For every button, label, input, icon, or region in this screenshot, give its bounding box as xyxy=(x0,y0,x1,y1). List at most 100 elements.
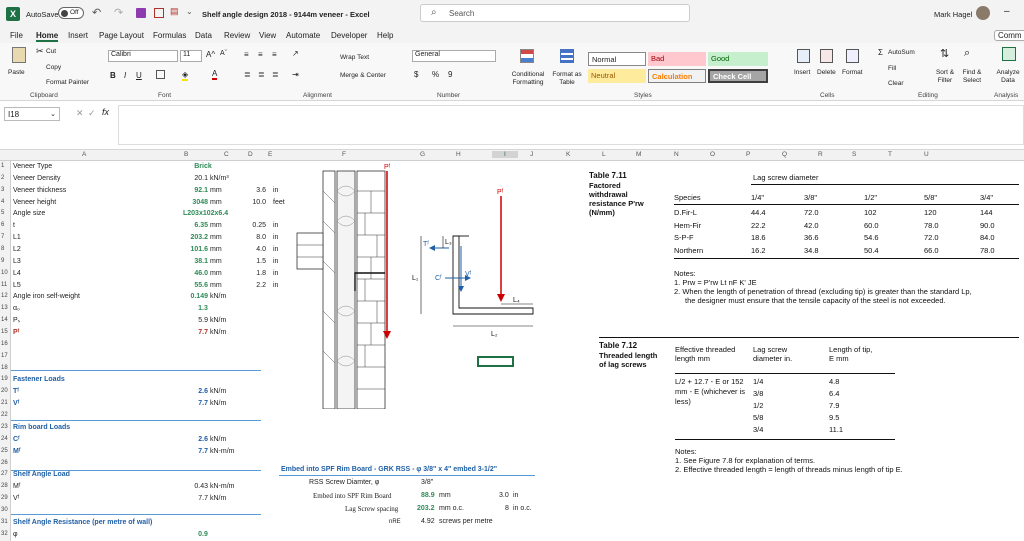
row-label[interactable]: φ xyxy=(13,530,18,540)
column-header[interactable]: E xyxy=(268,151,272,158)
row-label[interactable]: L4 xyxy=(13,269,21,279)
row-imperial-unit[interactable]: in xyxy=(273,281,278,291)
name-box[interactable]: I18 ⌄ xyxy=(4,107,60,121)
row-value[interactable]: 92.1 xyxy=(194,186,208,196)
row-value[interactable]: 7.7 xyxy=(198,399,208,409)
row-label[interactable]: Angle size xyxy=(13,209,45,219)
row-label[interactable]: Veneer Type xyxy=(13,162,52,172)
row-unit[interactable]: kN/m xyxy=(210,328,226,338)
row-value[interactable]: 38.1 xyxy=(194,257,208,267)
row-unit[interactable]: mm xyxy=(210,221,222,231)
wrap-text-button[interactable]: Wrap Text xyxy=(340,54,369,62)
print-icon[interactable] xyxy=(154,8,164,18)
row-label[interactable]: Pₛ xyxy=(13,316,20,326)
row-imperial-value[interactable]: 1.5 xyxy=(256,257,266,267)
align-middle-icon[interactable]: ≡ xyxy=(258,50,263,59)
row-imperial-value[interactable]: 0.25 xyxy=(252,221,266,231)
row-header[interactable]: 31 xyxy=(1,517,10,527)
orientation-icon[interactable]: ↗ xyxy=(292,49,299,58)
format-cells-icon[interactable] xyxy=(846,49,859,63)
undo-icon[interactable]: ↶ xyxy=(92,6,101,19)
row-imperial-value[interactable]: 3.6 xyxy=(256,186,266,196)
row-value[interactable]: 20.1 xyxy=(194,174,208,184)
row-value[interactable]: 0.149 xyxy=(190,292,208,302)
row-header[interactable]: 4 xyxy=(1,197,10,207)
sort-filter-icon[interactable]: ⇅ xyxy=(940,47,949,60)
enter-icon[interactable]: ✓ xyxy=(88,108,96,119)
row-header[interactable]: 5 xyxy=(1,208,10,218)
delete-button[interactable]: Delete xyxy=(817,69,836,77)
style-neutral[interactable]: Neutral xyxy=(588,69,646,83)
section-header[interactable]: Fastener Loads xyxy=(13,375,65,385)
row-header[interactable]: 19 xyxy=(1,374,10,384)
row-value[interactable]: 6.35 xyxy=(194,221,208,231)
column-header[interactable]: O xyxy=(710,151,715,158)
row-imperial-unit[interactable]: in xyxy=(273,221,278,231)
row-header[interactable]: 24 xyxy=(1,434,10,444)
column-header[interactable]: D xyxy=(248,151,253,158)
row-label[interactable]: Mᶠ xyxy=(13,482,20,492)
column-header[interactable]: L xyxy=(602,151,606,158)
format-as-table-button[interactable]: Format as Table xyxy=(550,71,584,87)
row-value[interactable]: 7.7 xyxy=(198,328,208,338)
row-header[interactable]: 20 xyxy=(1,386,10,396)
quick-access-icon[interactable]: ▤ xyxy=(170,6,179,17)
row-header[interactable]: 25 xyxy=(1,446,10,456)
customize-qat-icon[interactable]: ⌄ xyxy=(186,7,193,16)
column-header[interactable]: B xyxy=(184,151,188,158)
insert-button[interactable]: Insert xyxy=(794,69,810,77)
row-value[interactable]: 2.6 xyxy=(198,387,208,397)
menu-insert[interactable]: Insert xyxy=(68,31,88,40)
align-bottom-icon[interactable]: ≡ xyxy=(272,50,277,59)
menu-home[interactable]: Home xyxy=(36,31,59,42)
row-imperial-unit[interactable]: in xyxy=(273,186,278,196)
cut-button[interactable]: Cut xyxy=(46,48,56,56)
formula-input[interactable] xyxy=(118,105,1024,145)
format-painter-button[interactable]: Format Painter xyxy=(46,79,89,87)
row-header[interactable]: 17 xyxy=(1,351,10,361)
row-value[interactable]: 1.3 xyxy=(183,304,223,314)
row-label[interactable]: Cᶠ xyxy=(13,435,20,445)
row-unit[interactable]: mm xyxy=(210,281,222,291)
section-header[interactable]: Rim board Loads xyxy=(13,423,70,433)
row-unit[interactable]: mm xyxy=(210,257,222,267)
row-header[interactable]: 22 xyxy=(1,410,10,420)
row-label[interactable]: Pᶠ xyxy=(13,328,19,338)
column-header[interactable]: N xyxy=(674,151,679,158)
column-header[interactable]: U xyxy=(924,151,929,158)
paste-button[interactable]: Paste xyxy=(8,69,25,77)
menu-data[interactable]: Data xyxy=(195,31,212,40)
row-imperial-unit[interactable]: in xyxy=(273,269,278,279)
conditional-formatting-icon[interactable] xyxy=(520,49,534,63)
find-select-button[interactable]: Find & Select xyxy=(960,69,984,85)
format-table-icon[interactable] xyxy=(560,49,574,63)
row-header[interactable]: 26 xyxy=(1,458,10,468)
column-header[interactable]: Q xyxy=(782,151,787,158)
style-normal[interactable]: Normal xyxy=(588,52,646,66)
comments-button[interactable]: Comm xyxy=(994,30,1024,41)
format-button[interactable]: Format xyxy=(842,69,863,77)
row-header[interactable]: 3 xyxy=(1,185,10,195)
row-label[interactable]: L1 xyxy=(13,233,21,243)
percent-icon[interactable]: % xyxy=(432,70,439,79)
column-header[interactable]: F xyxy=(342,151,346,158)
increase-font-icon[interactable]: A^ xyxy=(206,50,215,59)
underline-icon[interactable]: U xyxy=(136,71,142,80)
row-value[interactable]: 0.43 xyxy=(194,482,208,492)
copy-button[interactable]: Copy xyxy=(46,64,61,72)
fill-color-icon[interactable]: ◈ xyxy=(182,70,189,81)
row-value[interactable]: 2.6 xyxy=(198,435,208,445)
row-unit[interactable]: mm xyxy=(210,245,222,255)
row-value[interactable]: L203x102x6.4 xyxy=(183,209,228,219)
row-value[interactable]: 7.7 xyxy=(198,447,208,457)
menu-developer[interactable]: Developer xyxy=(331,31,367,40)
row-header[interactable]: 14 xyxy=(1,315,10,325)
column-header[interactable]: P xyxy=(746,151,750,158)
redo-icon[interactable]: ↷ xyxy=(114,6,123,19)
row-unit[interactable]: kN/m³ xyxy=(210,174,229,184)
insert-cells-icon[interactable] xyxy=(797,49,810,63)
row-label[interactable]: α₀ xyxy=(13,304,20,314)
minimize-icon[interactable]: – xyxy=(1004,6,1010,17)
row-header[interactable]: 7 xyxy=(1,232,10,242)
column-header[interactable]: A xyxy=(82,151,86,158)
